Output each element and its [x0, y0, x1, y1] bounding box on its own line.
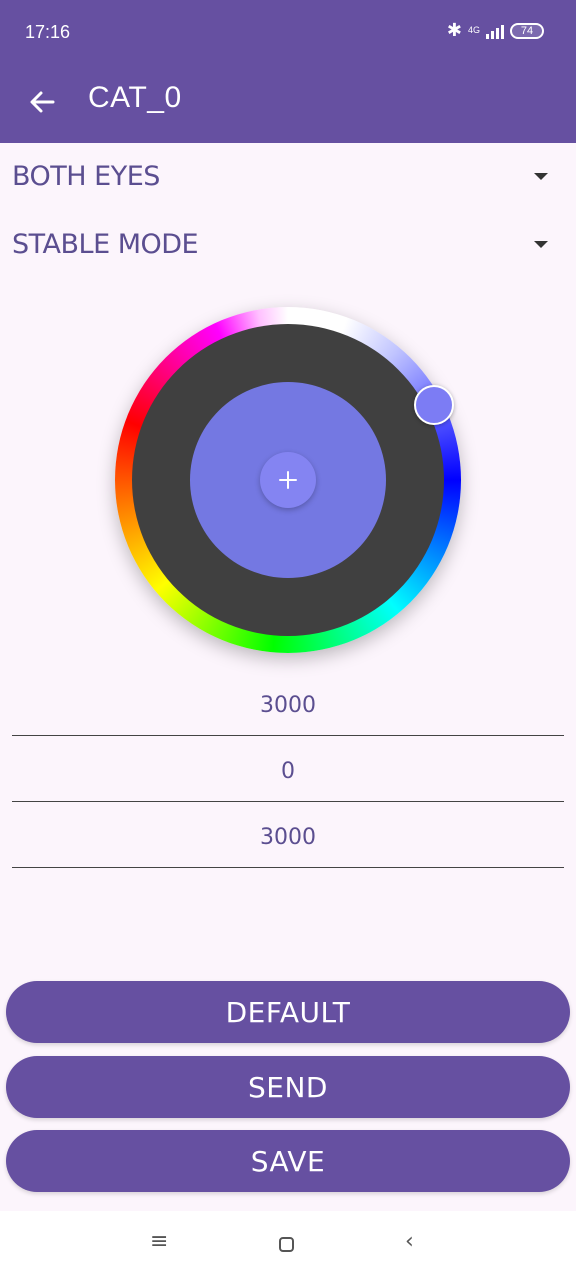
signal-icon [486, 23, 504, 39]
eye-select-dropdown[interactable]: BOTH EYES [0, 144, 576, 208]
plus-icon [279, 471, 297, 489]
mode-select-dropdown[interactable]: STABLE MODE [0, 212, 576, 276]
mode-select-value: STABLE MODE [12, 228, 199, 260]
status-bar: 17:16 ✱ 4G 74 [0, 0, 576, 64]
bluetooth-icon: ✱ [446, 20, 462, 40]
system-nav-bar: ≡ ‹ [0, 1211, 576, 1280]
color-picker[interactable] [115, 307, 461, 653]
back-nav-icon[interactable]: ‹ [405, 1229, 414, 1254]
eye-select-value: BOTH EYES [12, 160, 160, 192]
status-icons: ✱ 4G 74 [447, 20, 544, 41]
status-time: 17:16 [25, 22, 71, 42]
back-button[interactable] [22, 82, 62, 122]
add-color-button[interactable] [260, 452, 316, 508]
page-title: CAT_0 [88, 81, 182, 114]
chevron-down-icon [534, 172, 548, 180]
arrow-left-icon [30, 91, 55, 113]
app-bar: CAT_0 [0, 64, 576, 143]
home-icon[interactable] [279, 1237, 294, 1252]
value-field-3[interactable]: 3000 [12, 808, 564, 868]
network-type: 4G [467, 25, 480, 35]
save-button[interactable]: SAVE [6, 1130, 570, 1192]
chevron-down-icon [534, 240, 548, 248]
battery-level: 74 [520, 24, 534, 37]
battery-icon: 74 [510, 22, 544, 39]
value-field-2[interactable]: 0 [12, 742, 564, 802]
default-button[interactable]: DEFAULT [6, 981, 570, 1043]
value-field-1[interactable]: 3000 [12, 676, 564, 736]
menu-icon[interactable]: ≡ [150, 1229, 168, 1254]
send-button[interactable]: SEND [6, 1056, 570, 1118]
hue-slider-thumb[interactable] [414, 385, 454, 425]
